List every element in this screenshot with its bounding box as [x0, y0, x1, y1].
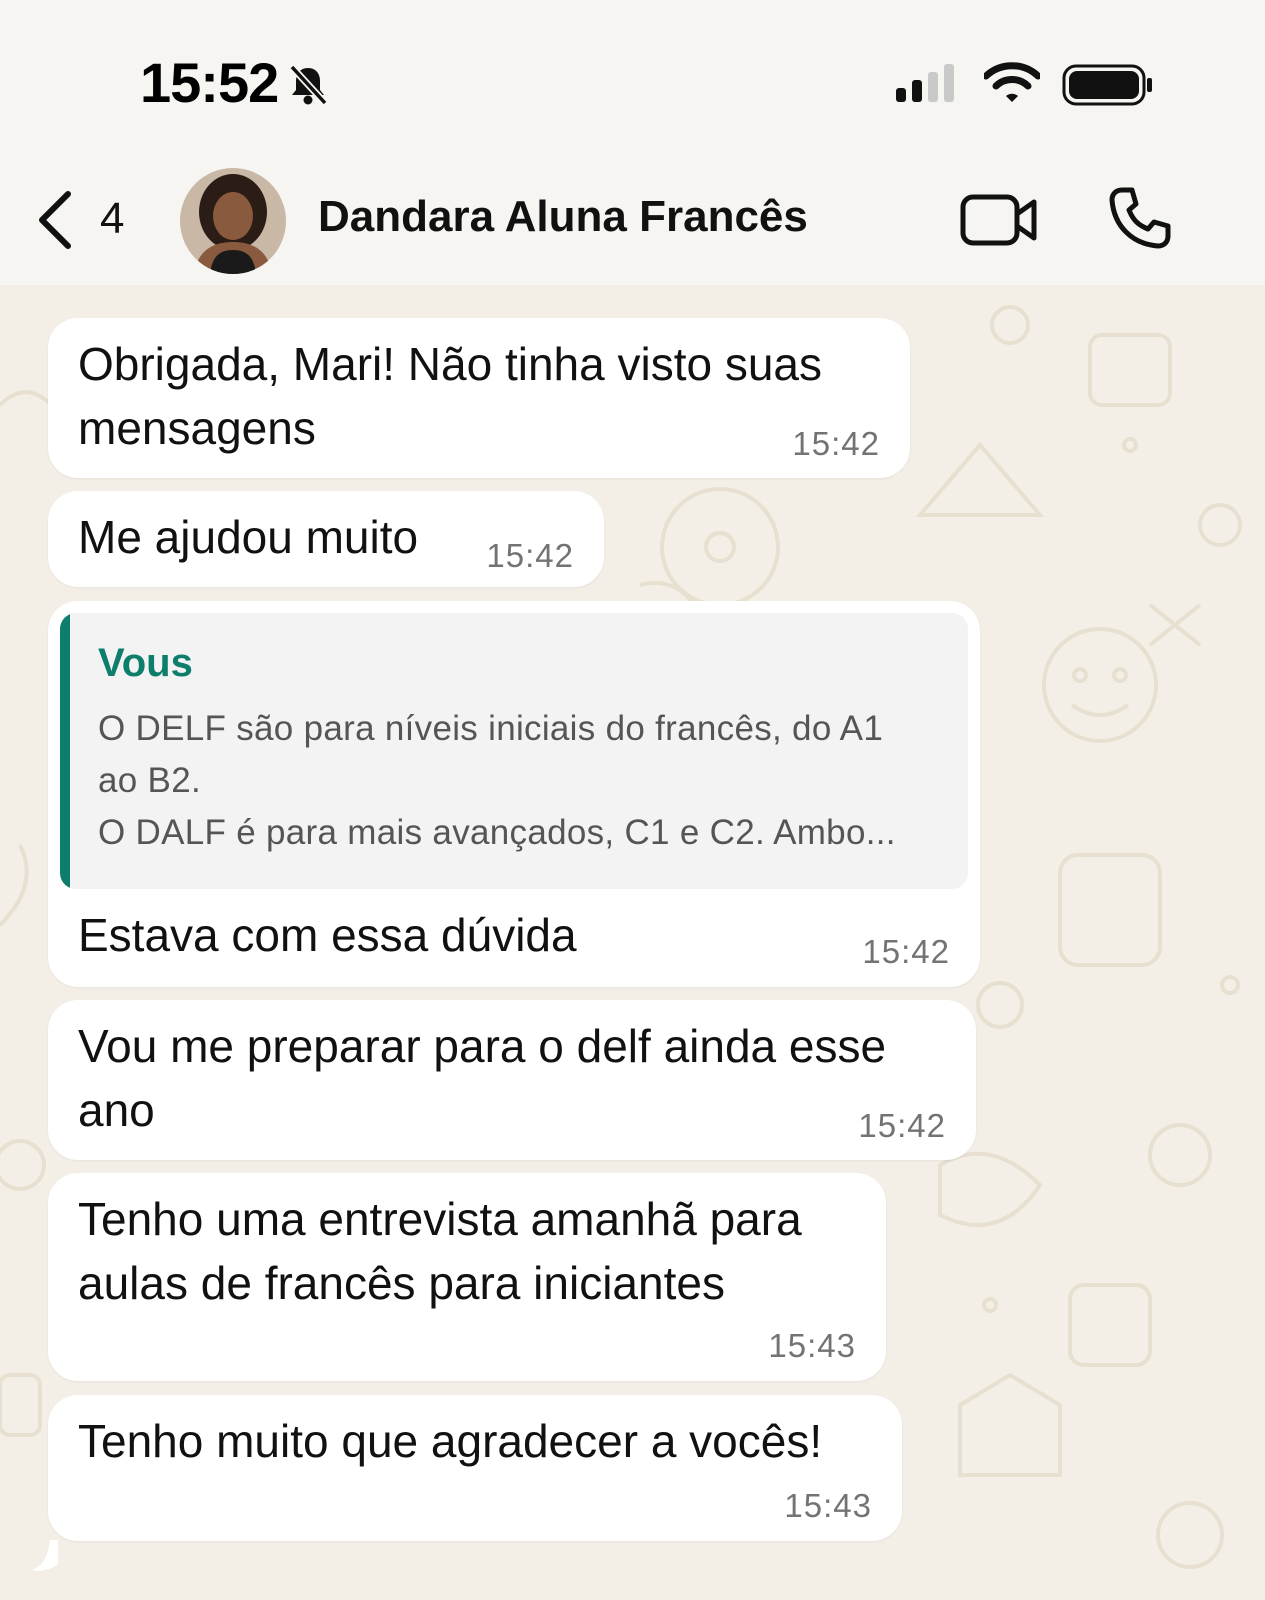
message-timestamp: 15:42: [858, 1107, 946, 1144]
contact-name[interactable]: Dandara Aluna Francês: [318, 192, 808, 242]
status-bar: 15:52: [0, 0, 1265, 160]
message-text: Vou me preparar para o delf ainda esse: [78, 1020, 887, 1072]
avatar[interactable]: [180, 168, 286, 274]
message-bubble[interactable]: Tenho muito que agradecer a vocês! 15:43: [48, 1395, 902, 1541]
quote-text: ao B2.: [98, 761, 201, 800]
message-text: Tenho uma entrevista amanhã para: [78, 1193, 802, 1245]
signal-icon: [896, 64, 954, 102]
chat-header: 4 Dandara Aluna Francês: [0, 160, 1265, 285]
quote-accent-bar: [60, 613, 70, 889]
bell-slash-icon: [289, 64, 328, 106]
message-timestamp: 15:43: [768, 1327, 856, 1364]
chevron-left-icon[interactable]: [36, 190, 76, 250]
unread-count[interactable]: 4: [100, 194, 124, 244]
message-text: mensagens: [78, 402, 316, 454]
message-text: Estava com essa dúvida: [78, 909, 577, 961]
battery-icon: [1062, 64, 1152, 106]
quote-author: Vous: [98, 641, 193, 685]
message-text: Me ajudou muito: [78, 511, 419, 563]
message-text: Tenho muito que agradecer a vocês!: [78, 1415, 823, 1467]
phone-icon[interactable]: [1108, 186, 1172, 250]
message-text: Obrigada, Mari! Não tinha visto suas: [78, 338, 823, 390]
chat-area[interactable]: Obrigada, Mari! Não tinha visto suas men…: [0, 285, 1265, 1600]
quote-text: O DELF são para níveis iniciais do franc…: [98, 709, 884, 748]
message-timestamp: 15:43: [784, 1487, 872, 1524]
message-bubble-reply[interactable]: Vous O DELF são para níveis iniciais do …: [48, 601, 980, 987]
bubble-tail: [32, 1540, 58, 1571]
message-timestamp: 15:42: [486, 537, 574, 574]
message-bubble[interactable]: Tenho uma entrevista amanhã para aulas d…: [48, 1173, 886, 1381]
status-time: 15:52: [140, 51, 279, 114]
quote-text: O DALF é para mais avançados, C1 e C2. A…: [98, 813, 896, 852]
message-text: aulas de francês para iniciantes: [78, 1257, 725, 1309]
message-text: ano: [78, 1084, 155, 1136]
quoted-message[interactable]: Vous O DELF são para níveis iniciais do …: [60, 613, 968, 889]
video-camera-icon[interactable]: [960, 194, 1038, 246]
message-timestamp: 15:42: [862, 933, 950, 970]
message-timestamp: 15:42: [792, 425, 880, 462]
message-bubble[interactable]: Me ajudou muito 15:42: [48, 491, 604, 587]
wifi-icon: [984, 62, 1040, 102]
message-bubble[interactable]: Obrigada, Mari! Não tinha visto suas men…: [48, 318, 910, 478]
message-bubble[interactable]: Vou me preparar para o delf ainda esse a…: [48, 1000, 976, 1160]
